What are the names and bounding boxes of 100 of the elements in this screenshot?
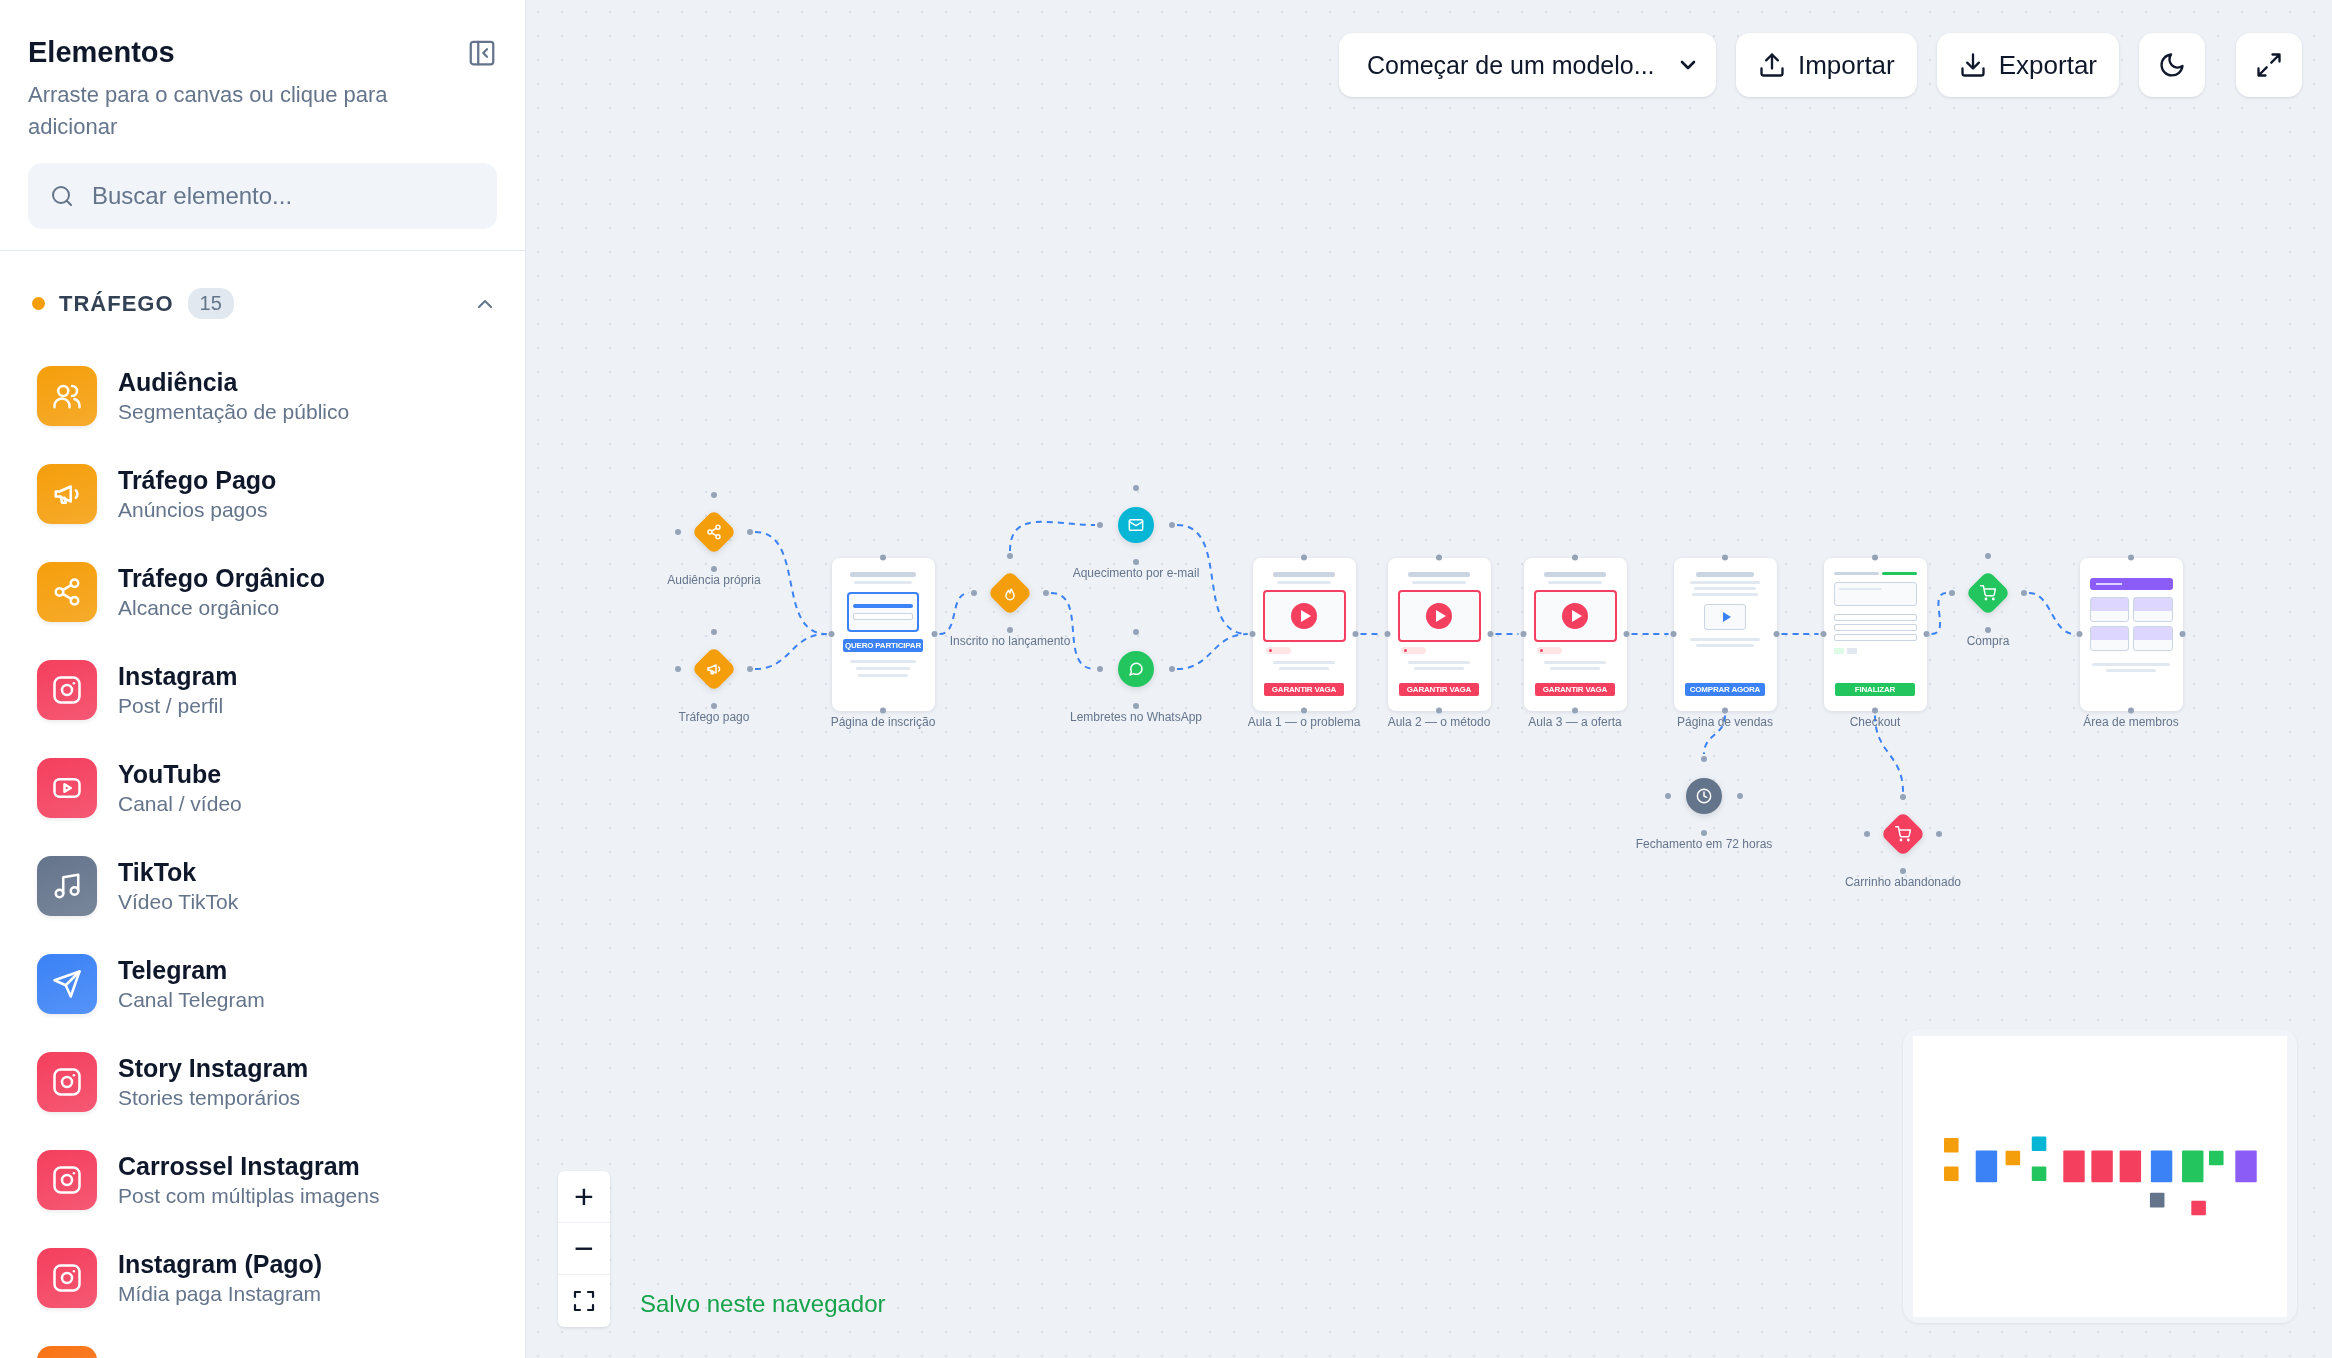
element-title[interactable]: Instagram (Pago) [118,1248,323,1280]
connection-handle[interactable] [1722,554,1728,561]
connection-handle[interactable] [1701,756,1707,762]
connection-handle[interactable] [1985,553,1991,559]
connection-handle[interactable] [1670,631,1677,637]
connection-handle[interactable] [711,492,717,498]
export-button[interactable]: Exportar [1936,33,2119,97]
connection-handle[interactable] [1133,485,1139,491]
connection-handle[interactable] [747,666,753,672]
connection-handle[interactable] [1384,631,1391,637]
element-title[interactable]: Instagram [118,660,238,692]
circle-node[interactable] [1686,778,1722,814]
connection-handle[interactable] [1301,707,1307,714]
connection-handle[interactable] [711,703,717,709]
connection-handle[interactable] [1133,559,1139,565]
connection-handle[interactable] [1007,553,1013,559]
connection-handle[interactable] [1923,631,1930,637]
connection-handle[interactable] [1737,793,1743,799]
circle-node[interactable] [1118,507,1154,543]
zoom-out-button[interactable]: − [558,1223,610,1275]
connection-handle[interactable] [1572,554,1578,561]
element-title[interactable]: Tráfego Orgânico [118,562,325,594]
connection-handle[interactable] [1701,830,1707,836]
connection-handle[interactable] [2128,554,2134,561]
connection-handle[interactable] [931,631,938,637]
theme-toggle-button[interactable] [2139,33,2205,97]
connection-handle[interactable] [1623,631,1630,637]
connection-handle[interactable] [1900,794,1906,800]
connector-line[interactable] [1494,633,1520,635]
page-card[interactable]: COMPRAR AGORA [1673,557,1777,711]
connection-handle[interactable] [1007,627,1013,633]
app-tile[interactable] [37,562,97,622]
connector-line[interactable] [1930,592,1948,635]
connection-handle[interactable] [747,529,753,535]
connection-handle[interactable] [828,631,835,637]
connection-handle[interactable] [1097,522,1103,528]
connection-handle[interactable] [1169,666,1175,672]
connection-handle[interactable] [1872,554,1878,561]
connection-handle[interactable] [1985,627,1991,633]
connection-handle[interactable] [1487,631,1494,637]
connector-line[interactable] [1780,633,1820,635]
connection-handle[interactable] [675,666,681,672]
connector-line[interactable] [1630,633,1670,635]
fullscreen-button[interactable] [2236,33,2302,97]
connection-handle[interactable] [971,590,977,596]
connection-handle[interactable] [1872,707,1878,714]
connector-line[interactable] [1009,520,1096,552]
connection-handle[interactable] [1097,666,1103,672]
connector-line[interactable] [754,633,828,670]
element-title[interactable]: YouTube [118,758,242,790]
app-tile[interactable] [37,1248,97,1308]
element-title[interactable]: Telegram [118,954,265,986]
template-dropdown[interactable]: Começar de um modelo... [1338,33,1716,97]
search-field[interactable]: Buscar elemento... [28,163,497,229]
app-tile[interactable] [37,1052,97,1112]
connection-handle[interactable] [1722,707,1728,714]
page-card[interactable] [2079,557,2183,711]
page-card[interactable]: GARANTIR VAGA [1252,557,1356,711]
connection-handle[interactable] [675,529,681,535]
connection-handle[interactable] [1572,707,1578,714]
app-tile[interactable] [37,660,97,720]
element-title[interactable]: TikTok [118,856,239,888]
element-title[interactable]: Tráfego Pago [118,464,277,496]
connection-handle[interactable] [1864,831,1870,837]
app-tile[interactable] [37,1150,97,1210]
connection-handle[interactable] [1900,868,1906,874]
connection-handle[interactable] [880,707,886,714]
circle-node[interactable] [1118,651,1154,687]
connection-handle[interactable] [1133,703,1139,709]
connection-handle[interactable] [2179,631,2186,637]
connection-handle[interactable] [1249,631,1256,637]
app-tile[interactable] [37,366,97,426]
app-tile[interactable] [37,856,97,916]
app-tile[interactable] [37,758,97,818]
app-tile[interactable] [37,954,97,1014]
page-card[interactable]: QUERO PARTICIPAR [831,557,935,711]
connection-handle[interactable] [1352,631,1359,637]
app-tile[interactable] [37,464,97,524]
zoom-in-button[interactable]: + [558,1171,610,1223]
connection-handle[interactable] [1133,629,1139,635]
connection-handle[interactable] [2128,707,2134,714]
connection-handle[interactable] [1043,590,1049,596]
element-title[interactable]: Audiência [118,366,350,398]
page-card[interactable]: GARANTIR VAGA [1523,557,1627,711]
element-title[interactable]: Story Instagram [118,1052,309,1084]
connection-handle[interactable] [1520,631,1527,637]
import-button[interactable]: Importar [1735,33,1917,97]
connection-handle[interactable] [1773,631,1780,637]
connection-handle[interactable] [1936,831,1942,837]
connection-handle[interactable] [711,629,717,635]
connection-handle[interactable] [2021,590,2027,596]
connection-handle[interactable] [2076,631,2083,637]
connection-handle[interactable] [711,566,717,572]
connection-handle[interactable] [1301,554,1307,561]
connection-handle[interactable] [880,554,886,561]
connection-handle[interactable] [1665,793,1671,799]
element-title[interactable]: Carrossel Instagram [118,1150,380,1182]
connection-handle[interactable] [1949,590,1955,596]
page-card[interactable]: GARANTIR VAGA [1387,557,1491,711]
connection-handle[interactable] [1436,554,1442,561]
